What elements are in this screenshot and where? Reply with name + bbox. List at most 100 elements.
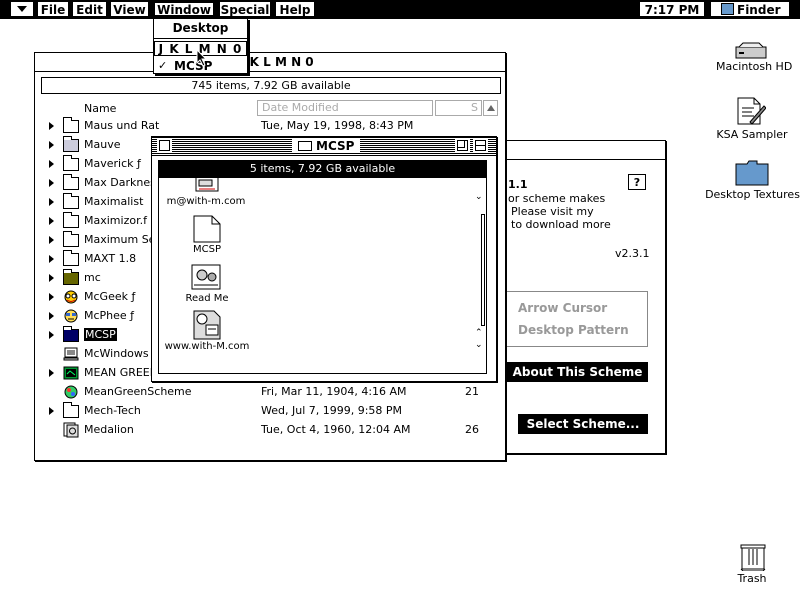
folder-icon [63,250,79,266]
disclosure-triangle-icon[interactable] [49,407,54,415]
read-me-label[interactable]: Read Me [177,293,237,304]
trash-icon[interactable] [740,543,766,572]
scheme-desc-line-1: or scheme makes [508,192,606,205]
scheme-window[interactable]: 1.1 or scheme makes Please visit my to d… [497,140,666,454]
read-me-icon[interactable] [190,263,224,291]
disclosure-triangle-icon[interactable] [49,217,54,225]
list-item-date: Tue, Oct 4, 1960, 12:04 AM [261,423,411,436]
vertical-scroll-thumb[interactable] [481,214,485,326]
email-link-label[interactable]: m@with-m.com [161,196,251,207]
finder-face-icon [721,3,734,15]
application-menu[interactable]: Finder [710,1,790,17]
select-scheme-button[interactable]: Select Scheme... [518,414,648,434]
list-item-name[interactable]: Maverick ƒ [84,157,141,170]
menu-special[interactable]: Special [219,1,271,17]
folder-icon [63,174,79,190]
apple-menu[interactable] [10,1,34,17]
disclosure-triangle-icon[interactable] [49,255,54,263]
list-item-name[interactable]: Maus und Rat [84,119,159,132]
disclosure-triangle-icon[interactable] [49,179,54,187]
disclosure-triangle-icon[interactable] [49,141,54,149]
email-document-icon[interactable] [195,178,219,192]
apple-menu-triangle-icon [17,6,27,12]
folder-icon [63,212,79,228]
desktop-textures-label: Desktop Textures [705,188,800,201]
mcsp-document-icon[interactable] [192,214,222,244]
collapse-line-icon [476,145,485,146]
disclosure-triangle-icon[interactable] [49,312,54,320]
scroll-down-chevron-icon[interactable]: ⌄ [475,192,483,202]
list-item-name[interactable]: Medalion [84,423,134,436]
list-item-size: 21 [465,385,479,398]
help-icon[interactable]: ? [628,174,646,190]
date-column-header[interactable]: Date Modified [257,100,433,116]
application-name: Finder [737,3,781,17]
collapse-box[interactable] [473,138,488,153]
list-item-name[interactable]: mc [84,271,101,284]
list-item-name[interactable]: MAXT 1.8 [84,252,136,265]
scheme-window-titlebar[interactable] [498,141,665,160]
hard-disk-icon[interactable] [735,42,767,60]
arrow-cursor-option[interactable]: Arrow Cursor [518,301,607,315]
scheme-version: v2.3.1 [615,247,650,260]
menu-view[interactable]: View [110,1,149,17]
disclosure-triangle-icon[interactable] [49,369,54,377]
scroll-down-chevron-icon[interactable]: ⌄ [475,340,483,350]
list-item-name[interactable]: Mauve [84,138,120,151]
disclosure-triangle-icon[interactable] [49,274,54,282]
sort-triangle-icon [486,105,495,111]
folder-title-icon [298,141,312,151]
desktop-pattern-option[interactable]: Desktop Pattern [518,323,629,337]
disclosure-triangle-icon[interactable] [49,160,54,168]
disclosure-triangle-icon[interactable] [49,198,54,206]
about-scheme-button[interactable]: About This Scheme [507,362,648,382]
list-item-date: Fri, Mar 11, 1904, 4:16 AM [261,385,407,398]
ksa-sampler-icon[interactable] [736,96,767,126]
folder-icon [63,231,79,247]
checkmark-icon: ✓ [158,59,168,72]
close-box[interactable] [157,138,172,153]
list-item-name[interactable]: Maximalist [84,195,143,208]
desktop-textures-folder-icon[interactable] [735,160,769,186]
mcwindows-icon [63,347,79,361]
scheme-desc-line-2: Please visit my [511,205,594,218]
size-column-header[interactable]: S [435,100,482,116]
name-column-header[interactable]: Name [84,102,116,115]
list-item-name[interactable]: MEAN GREEN [84,366,158,379]
menu-help[interactable]: Help [275,1,315,17]
menu-file[interactable]: File [37,1,69,17]
list-status-bar: 745 items, 7.92 GB available [41,77,501,94]
folder-icon [63,193,79,209]
mcsp-folder-icon [63,326,79,342]
zoom-box[interactable] [455,138,470,153]
sort-order-button[interactable] [483,100,498,116]
list-item-name[interactable]: McWindows [84,347,149,360]
disclosure-triangle-icon[interactable] [49,331,54,339]
disclosure-triangle-icon[interactable] [49,293,54,301]
list-window-titlebar[interactable]: J K L M N 0 [35,53,505,72]
window-menu-separator [154,38,247,39]
list-item-name[interactable]: McPhee ƒ [84,309,134,322]
mcsp-window[interactable]: MCSP 5 items, 7.92 GB available m@with-m… [151,136,497,382]
list-item-name[interactable]: Mech-Tech [84,404,141,417]
scroll-up-chevron-icon[interactable]: ⌃ [475,328,483,338]
window-menu-item-desktop[interactable]: Desktop [154,20,247,36]
disclosure-triangle-icon[interactable] [49,122,54,130]
mcphee-icon [63,309,79,323]
mcsp-document-label[interactable]: MCSP [177,244,237,255]
web-link-icon[interactable] [192,309,222,341]
list-item-name[interactable]: Max Darkness [84,176,162,189]
disclosure-triangle-icon[interactable] [49,236,54,244]
list-item-name[interactable]: McGeek ƒ [84,290,135,303]
list-item-name[interactable]: Maximizor.f [84,214,147,227]
list-item-name[interactable]: Maximum Sec [84,233,162,246]
menu-window[interactable]: Window [153,1,215,17]
mcsp-window-titlebar[interactable]: MCSP [152,137,496,156]
mcsp-window-title: MCSP [316,139,355,153]
menu-edit[interactable]: Edit [72,1,107,17]
medalion-icon [63,422,79,438]
list-item-name[interactable]: MeanGreenScheme [84,385,192,398]
web-link-label[interactable]: www.with-M.com [159,341,255,352]
menu-clock[interactable]: 7:17 PM [639,1,705,17]
list-item-name-selected[interactable]: MCSP [84,328,117,341]
